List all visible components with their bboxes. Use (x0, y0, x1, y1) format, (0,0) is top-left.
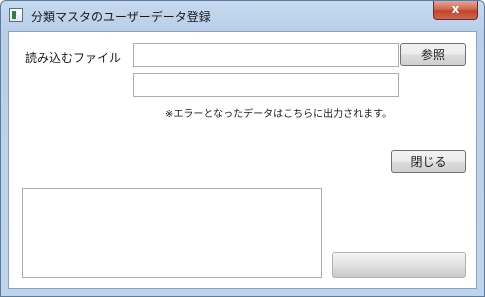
dialog-window: 分類マスタのユーザーデータ登録 x 読み込むファイル 参照 ※エラーとなったデー… (0, 0, 485, 297)
error-output-note: ※エラーとなったデータはこちらに出力されます。 (165, 109, 393, 120)
close-window-button[interactable]: x (433, 1, 478, 20)
file-path-input[interactable] (133, 43, 399, 67)
app-window-icon (9, 8, 23, 22)
close-button[interactable]: 閉じる (391, 150, 466, 173)
browse-button[interactable]: 参照 (400, 43, 466, 66)
file-label: 読み込むファイル (25, 51, 122, 65)
window-title: 分類マスタのユーザーデータ登録 (31, 10, 211, 24)
error-output-path-input[interactable] (133, 73, 399, 97)
title-bar[interactable]: 分類マスタのユーザーデータ登録 x (1, 1, 484, 31)
log-output-area[interactable] (22, 188, 322, 278)
close-icon: x (451, 2, 460, 16)
execute-button[interactable] (332, 252, 466, 278)
dialog-content: 読み込むファイル 参照 ※エラーとなったデータはこちらに出力されます。 閉じる (8, 31, 477, 289)
